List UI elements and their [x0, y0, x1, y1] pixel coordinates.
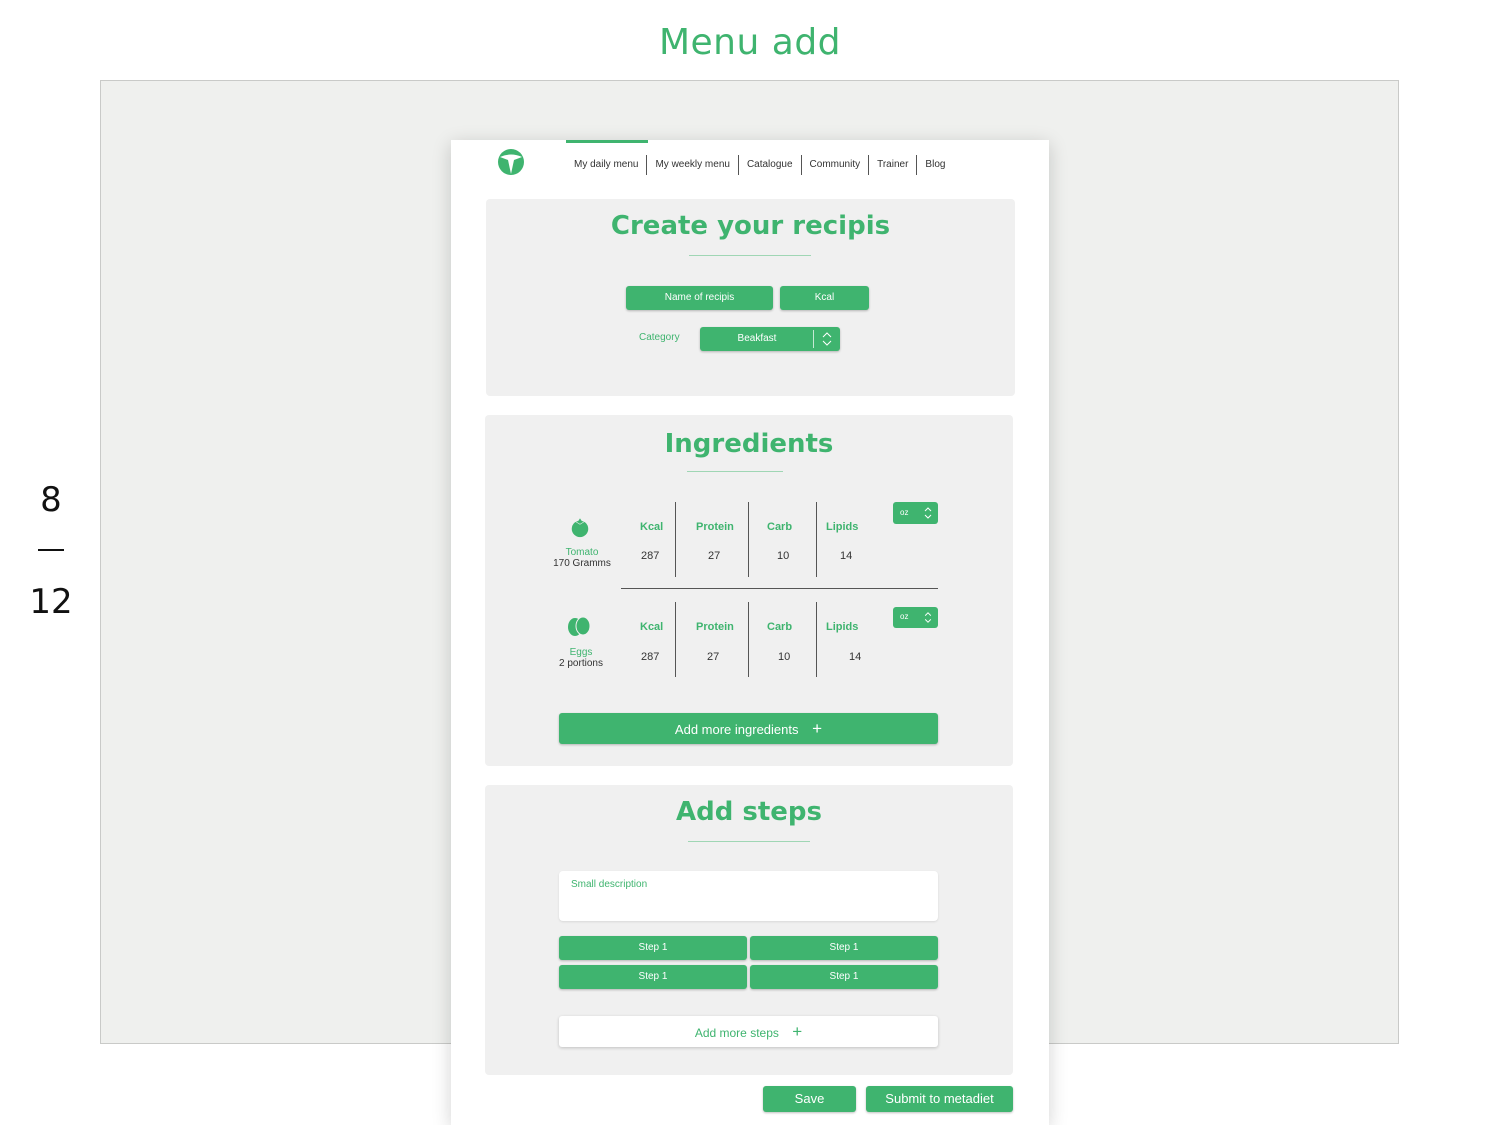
nav-active-indicator — [566, 140, 648, 143]
plus-icon: + — [812, 719, 823, 738]
ingredients-card: Ingredients Tomato 170 Gramms Kcal Prote… — [485, 415, 1013, 766]
ingredient-label: Tomato — [565, 547, 599, 558]
column-divider — [748, 502, 749, 577]
lipids-header: Lipids — [826, 621, 859, 633]
nav-item-daily-menu[interactable]: My daily menu — [566, 155, 648, 175]
updown-chevron-icon — [924, 612, 932, 623]
add-ingredients-button[interactable]: Add more ingredients + — [559, 713, 938, 744]
carb-value: 10 — [778, 651, 791, 663]
title-underline — [688, 841, 810, 842]
page-counter-divider — [38, 549, 64, 551]
kcal-value: 287 — [641, 651, 660, 663]
nav-item-catalogue[interactable]: Catalogue — [739, 155, 802, 175]
ingredient-name: Tomato 170 Gramms — [547, 547, 617, 569]
nav-item-community[interactable]: Community — [802, 155, 870, 175]
category-label: Category — [639, 332, 680, 343]
column-divider — [748, 602, 749, 677]
updown-chevron-icon — [924, 507, 932, 519]
add-steps-button[interactable]: Add more steps + — [559, 1016, 938, 1047]
main-nav: My daily menu My weekly menu Catalogue C… — [566, 155, 953, 175]
app-frame: My daily menu My weekly menu Catalogue C… — [451, 140, 1049, 1125]
row-divider — [621, 588, 938, 589]
add-ingredients-label: Add more ingredients — [674, 722, 799, 737]
unit-value: oz — [900, 508, 909, 517]
add-steps-label: Add more steps — [694, 1026, 779, 1040]
eggs-icon — [568, 616, 591, 636]
steps-title: Add steps — [675, 797, 823, 827]
column-divider — [675, 502, 676, 577]
create-recipe-card: Create your recipis Name of recipis Kcal… — [486, 199, 1015, 396]
ingredient-name: Eggs 2 portions — [546, 647, 616, 669]
unit-value: oz — [900, 612, 909, 621]
kcal-header: Kcal — [640, 621, 664, 633]
kcal-button[interactable]: Kcal — [780, 286, 869, 310]
nav-item-blog[interactable]: Blog — [917, 155, 953, 175]
step-button[interactable]: Step 1 — [559, 965, 747, 989]
category-value: Beakfast — [737, 333, 777, 344]
protein-header: Protein — [696, 621, 734, 633]
ingredient-quantity: 2 portions — [559, 658, 603, 669]
unit-select[interactable]: oz — [893, 607, 938, 628]
lipids-value: 14 — [840, 550, 853, 562]
lipids-header: Lipids — [826, 521, 859, 533]
protein-value: 27 — [708, 550, 721, 562]
save-button[interactable]: Save — [763, 1086, 856, 1112]
category-select[interactable]: Beakfast — [700, 327, 840, 351]
ingredient-quantity: 170 Gramms — [553, 558, 611, 569]
recipe-name-button[interactable]: Name of recipis — [626, 286, 773, 310]
step-button[interactable]: Step 1 — [750, 965, 938, 989]
kcal-header: Kcal — [640, 521, 664, 533]
step-button[interactable]: Step 1 — [750, 936, 938, 960]
create-recipe-title: Create your recipis — [610, 211, 891, 241]
carb-header: Carb — [767, 621, 793, 633]
lipids-value: 14 — [849, 651, 862, 663]
column-divider — [816, 502, 817, 577]
page-heading: Menu add — [658, 22, 842, 63]
page-counter-total: 12 — [29, 582, 73, 622]
title-underline — [689, 255, 811, 256]
steps-card: Add steps Small description Step 1 Step … — [485, 785, 1013, 1075]
logo-icon[interactable] — [497, 148, 525, 176]
unit-select[interactable]: oz — [893, 502, 938, 524]
title-underline — [687, 471, 783, 472]
step-button[interactable]: Step 1 — [559, 936, 747, 960]
ingredients-title: Ingredients — [664, 429, 834, 459]
updown-chevron-icon — [813, 330, 840, 348]
nav-item-weekly-menu[interactable]: My weekly menu — [647, 155, 739, 175]
submit-button[interactable]: Submit to metadiet — [866, 1086, 1013, 1112]
carb-value: 10 — [777, 550, 790, 562]
description-field[interactable]: Small description — [559, 871, 938, 921]
column-divider — [816, 602, 817, 677]
page-counter-current: 8 — [40, 480, 62, 520]
column-divider — [675, 602, 676, 677]
ingredient-label: Eggs — [569, 647, 593, 658]
carb-header: Carb — [767, 521, 793, 533]
protein-header: Protein — [696, 521, 734, 533]
nav-item-trainer[interactable]: Trainer — [869, 155, 918, 175]
kcal-value: 287 — [641, 550, 660, 562]
protein-value: 27 — [707, 651, 720, 663]
tomato-icon — [571, 517, 589, 538]
plus-icon: + — [792, 1022, 803, 1041]
